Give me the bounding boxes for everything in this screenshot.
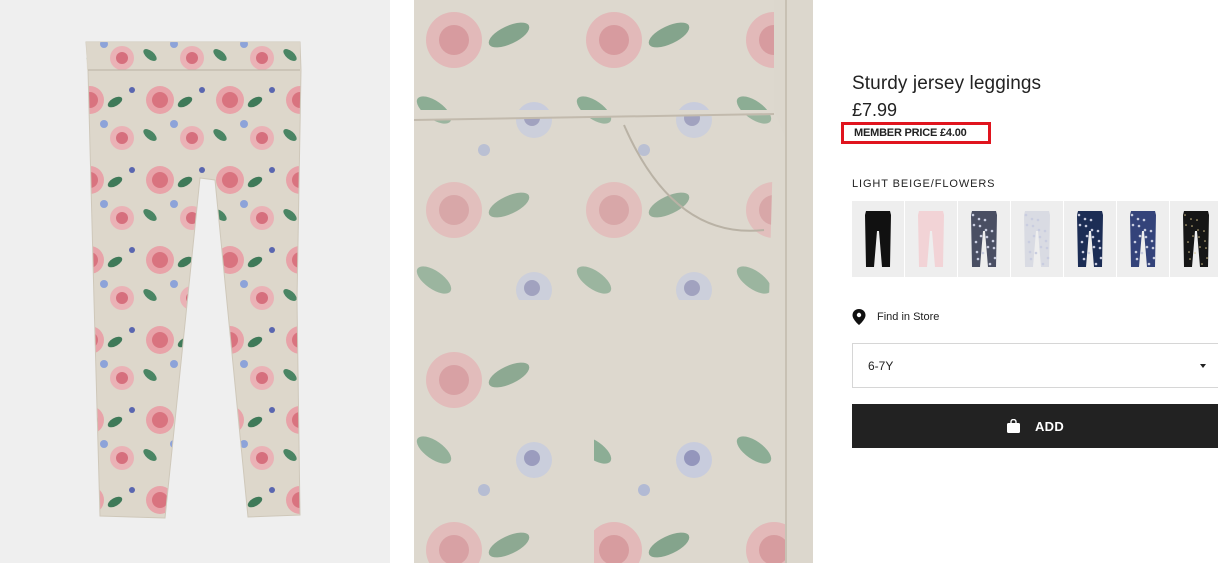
size-select-value: 6-7Y xyxy=(868,358,894,373)
product-info-panel: Sturdy jersey leggings £7.99 MEMBER PRIC… xyxy=(841,0,1218,563)
product-image-detail[interactable] xyxy=(414,0,813,563)
location-pin-icon xyxy=(852,309,866,325)
color-swatch[interactable] xyxy=(958,201,1010,277)
color-swatch-list xyxy=(852,201,1218,277)
member-price-label: MEMBER PRICE £4.00 xyxy=(854,127,967,139)
product-price: £7.99 xyxy=(852,100,898,120)
product-title: Sturdy jersey leggings xyxy=(852,73,1042,94)
add-to-bag-button[interactable]: ADD xyxy=(852,404,1218,448)
swatch-leggings-thumbnail xyxy=(865,211,891,267)
swatch-leggings-thumbnail xyxy=(1077,211,1103,267)
color-swatch[interactable] xyxy=(905,201,957,277)
swatch-leggings-thumbnail xyxy=(918,211,944,267)
shopping-bag-icon xyxy=(1006,419,1020,433)
color-swatch[interactable] xyxy=(1117,201,1169,277)
add-button-label: ADD xyxy=(1034,418,1065,434)
chevron-down-icon xyxy=(1200,364,1206,368)
member-price-badge: MEMBER PRICE £4.00 xyxy=(841,122,991,144)
color-swatch[interactable] xyxy=(1011,201,1063,277)
size-select[interactable]: 6-7Y xyxy=(852,343,1218,388)
color-swatch[interactable] xyxy=(852,201,904,277)
swatch-leggings-thumbnail xyxy=(1183,211,1209,267)
leggings-closeup-illustration xyxy=(414,0,813,563)
find-in-store-link[interactable]: Find in Store xyxy=(852,309,939,325)
swatch-leggings-thumbnail xyxy=(1024,211,1050,267)
find-in-store-label: Find in Store xyxy=(877,311,940,323)
leggings-illustration xyxy=(85,41,302,519)
image-gap xyxy=(390,0,414,563)
product-image-main[interactable] xyxy=(0,0,390,563)
color-swatch[interactable] xyxy=(1170,201,1218,277)
selected-color-name: LIGHT BEIGE/FLOWERS xyxy=(852,178,996,190)
color-swatch[interactable] xyxy=(1064,201,1116,277)
swatch-leggings-thumbnail xyxy=(1130,211,1156,267)
swatch-leggings-thumbnail xyxy=(971,211,997,267)
